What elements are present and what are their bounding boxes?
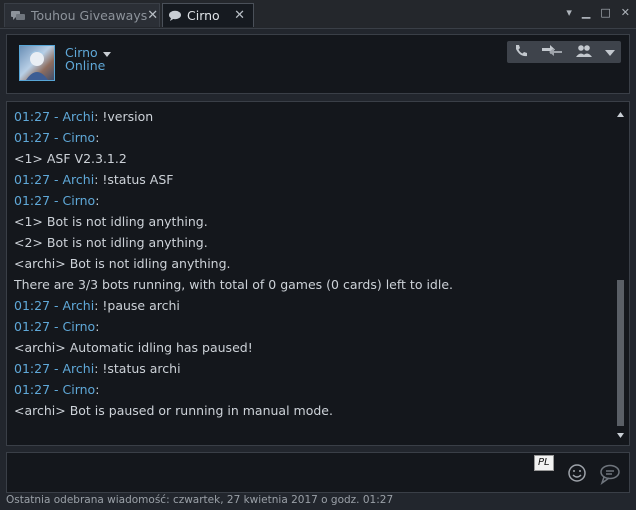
chat-message: <1> Bot is not idling anything. (14, 211, 609, 232)
message-meta: 01:27 - Archi (14, 109, 94, 124)
message-time: 01:27 (14, 319, 51, 334)
send-message-icon[interactable] (599, 463, 623, 488)
minimize-icon[interactable]: ▁ (582, 6, 590, 19)
message-dash: - (50, 361, 63, 376)
window-controls: ▾ ▁ □ ✕ (566, 6, 630, 19)
close-tab-icon[interactable]: ✕ (147, 8, 158, 23)
message-dash: - (50, 319, 63, 334)
maximize-icon[interactable]: □ (600, 6, 610, 19)
message-input[interactable]: PL (6, 452, 630, 493)
message-text: <1> Bot is not idling anything. (14, 214, 208, 229)
header-action-buttons (507, 41, 621, 63)
chat-message: 01:27 - Cirno: (14, 379, 609, 400)
message-text: <archi> Automatic idling has paused! (14, 340, 253, 355)
chat-message: 01:27 - Archi: !pause archi (14, 295, 609, 316)
chat-message: <2> Bot is not idling anything. (14, 232, 609, 253)
message-dash: - (50, 172, 63, 187)
chat-message: <archi> Bot is not idling anything. (14, 253, 609, 274)
scroll-down-icon[interactable] (617, 427, 624, 441)
message-author[interactable]: Cirno (63, 382, 96, 397)
tab-label: Cirno (187, 8, 220, 23)
message-dash: - (50, 298, 63, 313)
message-time: 01:27 (14, 172, 51, 187)
chat-message: There are 3/3 bots running, with total o… (14, 274, 609, 295)
message-author[interactable]: Cirno (63, 319, 96, 334)
message-meta: 01:27 - Cirno (14, 193, 95, 208)
tab-cirno[interactable]: Cirno ✕ (162, 3, 254, 27)
tab-label: Touhou Giveaways (31, 8, 148, 23)
message-author[interactable]: Archi (63, 109, 95, 124)
message-meta: 01:27 - Archi (14, 361, 94, 376)
chat-message: 01:27 - Archi: !version (14, 106, 609, 127)
chat-message: 01:27 - Cirno: (14, 190, 609, 211)
message-author[interactable]: Archi (63, 172, 95, 187)
message-text: !pause archi (102, 298, 180, 313)
message-author[interactable]: Cirno (63, 130, 96, 145)
message-time: 01:27 (14, 361, 51, 376)
chat-message: 01:27 - Cirno: (14, 127, 609, 148)
message-text: There are 3/3 bots running, with total o… (14, 277, 453, 292)
message-author[interactable]: Archi (63, 298, 95, 313)
scroll-up-icon[interactable] (617, 106, 624, 120)
message-text: <archi> Bot is paused or running in manu… (14, 403, 333, 418)
message-separator: : (95, 193, 100, 208)
send-file-icon[interactable] (541, 44, 563, 61)
chat-message: <archi> Bot is paused or running in manu… (14, 400, 609, 421)
tab-touhou-giveaways[interactable]: Touhou Giveaways ✕ (4, 3, 160, 27)
message-meta: 01:27 - Archi (14, 172, 94, 187)
message-text: <1> ASF V2.3.1.2 (14, 151, 127, 166)
message-text: !status ASF (102, 172, 174, 187)
chat-header: Cirno Online (6, 34, 630, 94)
avatar[interactable] (19, 45, 55, 81)
message-meta: 01:27 - Cirno (14, 382, 95, 397)
message-meta: 01:27 - Cirno (14, 319, 95, 334)
close-tab-icon[interactable]: ✕ (234, 8, 245, 23)
message-time: 01:27 (14, 193, 51, 208)
message-separator: : (95, 319, 100, 334)
voice-call-icon[interactable] (513, 43, 529, 62)
scrollbar[interactable] (614, 104, 627, 443)
last-message-status: Ostatnia odebrana wiadomość: czwartek, 2… (6, 494, 394, 506)
message-time: 01:27 (14, 382, 51, 397)
add-to-group-icon[interactable] (575, 44, 593, 61)
chat-bubble-icon (168, 10, 182, 22)
message-meta: 01:27 - Cirno (14, 130, 95, 145)
message-list: 01:27 - Archi: !version 01:27 - Cirno: <1>… (14, 106, 609, 421)
message-separator: : (95, 130, 100, 145)
group-chat-icon (10, 10, 26, 22)
message-time: 01:27 (14, 130, 51, 145)
chat-log[interactable]: 01:27 - Archi: !version 01:27 - Cirno: <1>… (6, 101, 630, 446)
message-text: <archi> Bot is not idling anything. (14, 256, 231, 271)
message-time: 01:27 (14, 298, 51, 313)
message-author[interactable]: Archi (63, 361, 95, 376)
language-badge[interactable]: PL (534, 455, 554, 471)
chat-message: <archi> Automatic idling has paused! (14, 337, 609, 358)
close-window-icon[interactable]: ✕ (621, 6, 630, 19)
message-text: <2> Bot is not idling anything. (14, 235, 208, 250)
chat-message: 01:27 - Archi: !status ASF (14, 169, 609, 190)
chat-message: 01:27 - Archi: !status archi (14, 358, 609, 379)
scrollbar-thumb[interactable] (617, 280, 624, 426)
message-text: !status archi (102, 361, 181, 376)
message-text: !version (102, 109, 154, 124)
message-dash: - (50, 109, 63, 124)
tab-bar: Touhou Giveaways ✕ Cirno ✕ ▾ ▁ □ ✕ (0, 0, 636, 29)
emoji-icon[interactable] (567, 463, 587, 486)
message-author[interactable]: Cirno (63, 193, 96, 208)
contact-status: Online (65, 58, 106, 73)
message-dash: - (50, 382, 63, 397)
chat-message: 01:27 - Cirno: (14, 316, 609, 337)
message-separator: : (95, 382, 100, 397)
message-time: 01:27 (14, 109, 51, 124)
window-menu-icon[interactable]: ▾ (566, 6, 572, 19)
chat-message: <1> ASF V2.3.1.2 (14, 148, 609, 169)
message-dash: - (50, 130, 63, 145)
message-meta: 01:27 - Archi (14, 298, 94, 313)
message-dash: - (50, 193, 63, 208)
more-dropdown-icon[interactable] (605, 45, 615, 59)
